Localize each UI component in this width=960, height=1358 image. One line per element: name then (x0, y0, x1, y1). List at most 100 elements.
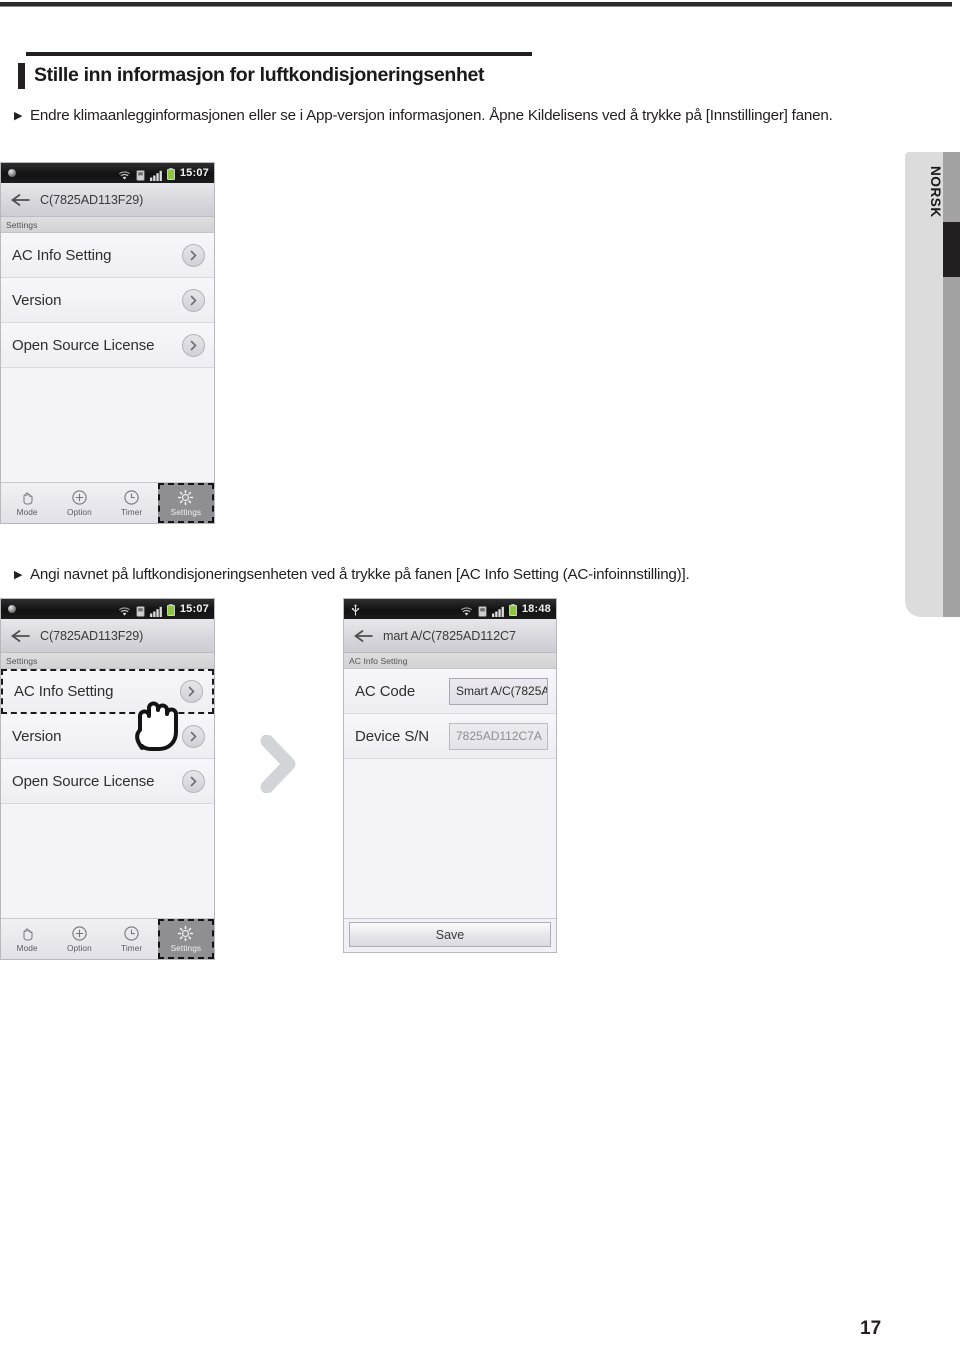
tab-label: Settings (170, 507, 202, 517)
heading-underline (26, 52, 532, 56)
gear-icon (177, 489, 194, 506)
status-time: 15:07 (179, 603, 209, 615)
wifi-icon (118, 168, 131, 180)
instruction-text-1: Endre klimaanlegginformasjonen eller se … (30, 107, 833, 124)
list-item-open-source-license[interactable]: Open Source License (1, 759, 214, 804)
tab-label: Settings (170, 943, 202, 953)
tab-mode[interactable]: Mode (1, 483, 53, 523)
bottom-tab-bar: Mode Option Timer Settings (1, 918, 214, 959)
tab-label: Timer (121, 943, 143, 953)
flow-chevron-icon (255, 734, 301, 794)
tab-label: Mode (16, 507, 38, 517)
list-item-ac-info-setting-highlighted[interactable]: AC Info Setting (1, 669, 214, 714)
ac-code-input[interactable]: Smart A/C(7825AD· (449, 677, 548, 705)
field-label-device-sn: Device S/N (355, 727, 430, 745)
tab-label: Option (67, 943, 92, 953)
phone-screenshot-settings-tapped: 15:07 C(7825AD113F29) Settings AC Info S… (0, 598, 215, 960)
tab-option[interactable]: Option (53, 483, 105, 523)
phone-screenshot-settings: 15:07 C(7825AD113F29) Settings AC Info S… (0, 162, 215, 524)
hand-mode-icon (19, 489, 36, 506)
status-bar: 15:07 (1, 599, 214, 619)
page-heading-block: Stille inn informasjon for luftkondisjon… (18, 52, 532, 89)
tab-label: Option (67, 507, 92, 517)
list-item-label: Version (12, 291, 62, 309)
dot-icon (8, 605, 16, 613)
bullet-triangle-icon: ▶ (14, 569, 23, 581)
screen-title: C(7825AD113F29) (40, 192, 144, 207)
screen-title: C(7825AD113F29) (40, 628, 144, 643)
form-row-device-sn: Device S/N 7825AD112C7A (344, 714, 556, 759)
status-bar: 18:48 (344, 599, 556, 619)
list-item-label: AC Info Setting (14, 683, 114, 700)
title-bar: C(7825AD113F29) (1, 183, 214, 217)
instruction-paragraph-2: ▶ Angi navnet på luftkondisjoneringsenhe… (14, 563, 894, 586)
list-item-version[interactable]: Version (1, 714, 214, 759)
language-side-tab: NORSK (905, 152, 960, 617)
tab-option[interactable]: Option (53, 919, 105, 959)
title-bar: C(7825AD113F29) (1, 619, 214, 653)
clock-icon (123, 925, 140, 942)
sim-icon (136, 168, 145, 181)
bottom-tab-bar: Mode Option Timer Settings (1, 482, 214, 523)
tab-timer[interactable]: Timer (106, 483, 158, 523)
list-item-label: Open Source License (12, 336, 155, 354)
bullet-triangle-icon: ▶ (14, 110, 23, 122)
tab-settings[interactable]: Settings (157, 483, 214, 523)
chevron-right-icon[interactable] (182, 243, 205, 267)
settings-list: AC Info Setting Version Open Source Lice… (1, 669, 214, 804)
sim-icon (478, 604, 487, 617)
battery-icon (166, 603, 175, 616)
chevron-right-icon[interactable] (182, 333, 205, 357)
section-header: Settings (1, 653, 214, 669)
wifi-icon (118, 604, 131, 616)
list-item-label: AC Info Setting (12, 246, 112, 264)
tab-settings[interactable]: Settings (157, 919, 214, 959)
list-item-label: Open Source License (12, 772, 155, 790)
battery-icon (166, 167, 175, 180)
tab-mode[interactable]: Mode (1, 919, 53, 959)
list-item-label: Version (12, 727, 62, 745)
list-item-open-source-license[interactable]: Open Source License (1, 323, 214, 368)
save-button[interactable]: Save (349, 922, 551, 947)
field-label-ac-code: AC Code (355, 682, 416, 700)
heading-bar-marker (18, 63, 25, 89)
chevron-right-icon[interactable] (180, 680, 203, 703)
list-item-version[interactable]: Version (1, 278, 214, 323)
tab-timer[interactable]: Timer (106, 919, 158, 959)
chevron-right-icon[interactable] (182, 724, 205, 748)
language-label: NORSK (928, 166, 943, 218)
device-sn-input: 7825AD112C7A (449, 722, 548, 750)
dot-icon (8, 169, 16, 177)
save-bar: Save (344, 918, 556, 952)
section-header: Settings (1, 217, 214, 233)
hand-mode-icon (19, 925, 36, 942)
ac-info-form: AC Code Smart A/C(7825AD· Device S/N 782… (344, 669, 556, 759)
form-row-ac-code: AC Code Smart A/C(7825AD· (344, 669, 556, 714)
instruction-text-2: Angi navnet på luftkondisjoneringsenhete… (30, 566, 690, 583)
status-time: 18:48 (521, 603, 551, 615)
signal-icon (491, 604, 504, 617)
tab-label: Timer (121, 507, 143, 517)
page-number: 17 (860, 1318, 882, 1339)
clock-icon (123, 489, 140, 506)
sim-icon (136, 604, 145, 617)
section-header: AC Info Setting (344, 653, 556, 669)
page-top-rule (0, 2, 952, 7)
tab-label: Mode (16, 943, 38, 953)
status-bar: 15:07 (1, 163, 214, 183)
screen-title: mart A/C(7825AD112C7 (383, 628, 516, 643)
chevron-right-icon[interactable] (182, 769, 205, 793)
back-arrow-icon[interactable] (353, 628, 375, 644)
status-time: 15:07 (179, 167, 209, 179)
plus-circle-icon (71, 489, 88, 506)
list-item-ac-info-setting[interactable]: AC Info Setting (1, 233, 214, 278)
signal-icon (149, 168, 162, 181)
plus-circle-icon (71, 925, 88, 942)
signal-icon (149, 604, 162, 617)
back-arrow-icon[interactable] (10, 628, 32, 644)
back-arrow-icon[interactable] (10, 192, 32, 208)
usb-icon (351, 603, 360, 616)
side-tab-marker (943, 222, 960, 277)
chevron-right-icon[interactable] (182, 288, 205, 312)
page-title: Stille inn informasjon for luftkondisjon… (34, 64, 485, 86)
